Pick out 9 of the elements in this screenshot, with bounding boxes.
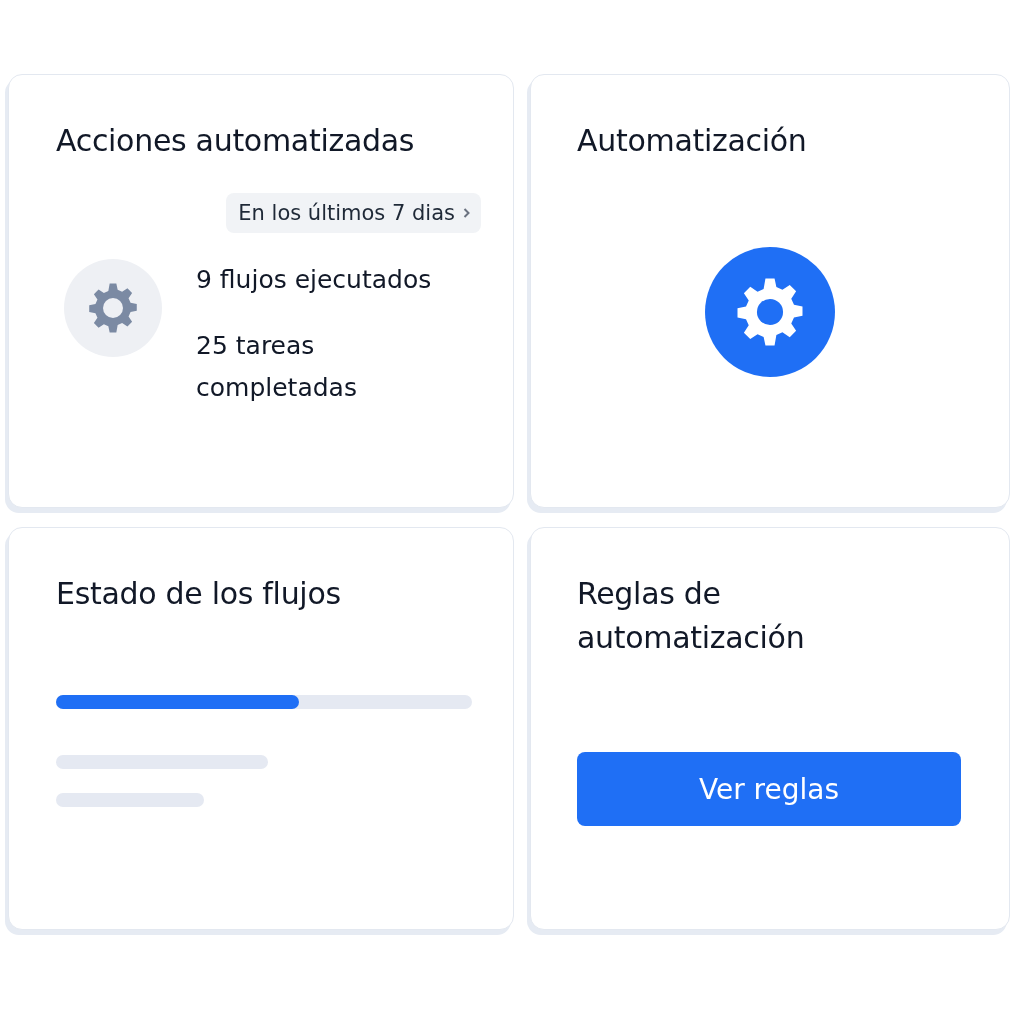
- stat-text: 25 tareas completadas: [196, 330, 358, 404]
- card-title: Acciones automatizadas: [56, 122, 416, 160]
- card-title: Estado de los flujos: [56, 575, 342, 613]
- period-button[interactable]: En los últimos 7 dias: [226, 193, 481, 233]
- view-rules-button[interactable]: Ver reglas: [577, 752, 961, 826]
- stat-text: 9 flujos ejecutados: [196, 264, 433, 296]
- chevron-icon: [463, 207, 471, 219]
- card-title: Reglas de automatización: [577, 575, 806, 657]
- card-title: Automatización: [577, 122, 808, 160]
